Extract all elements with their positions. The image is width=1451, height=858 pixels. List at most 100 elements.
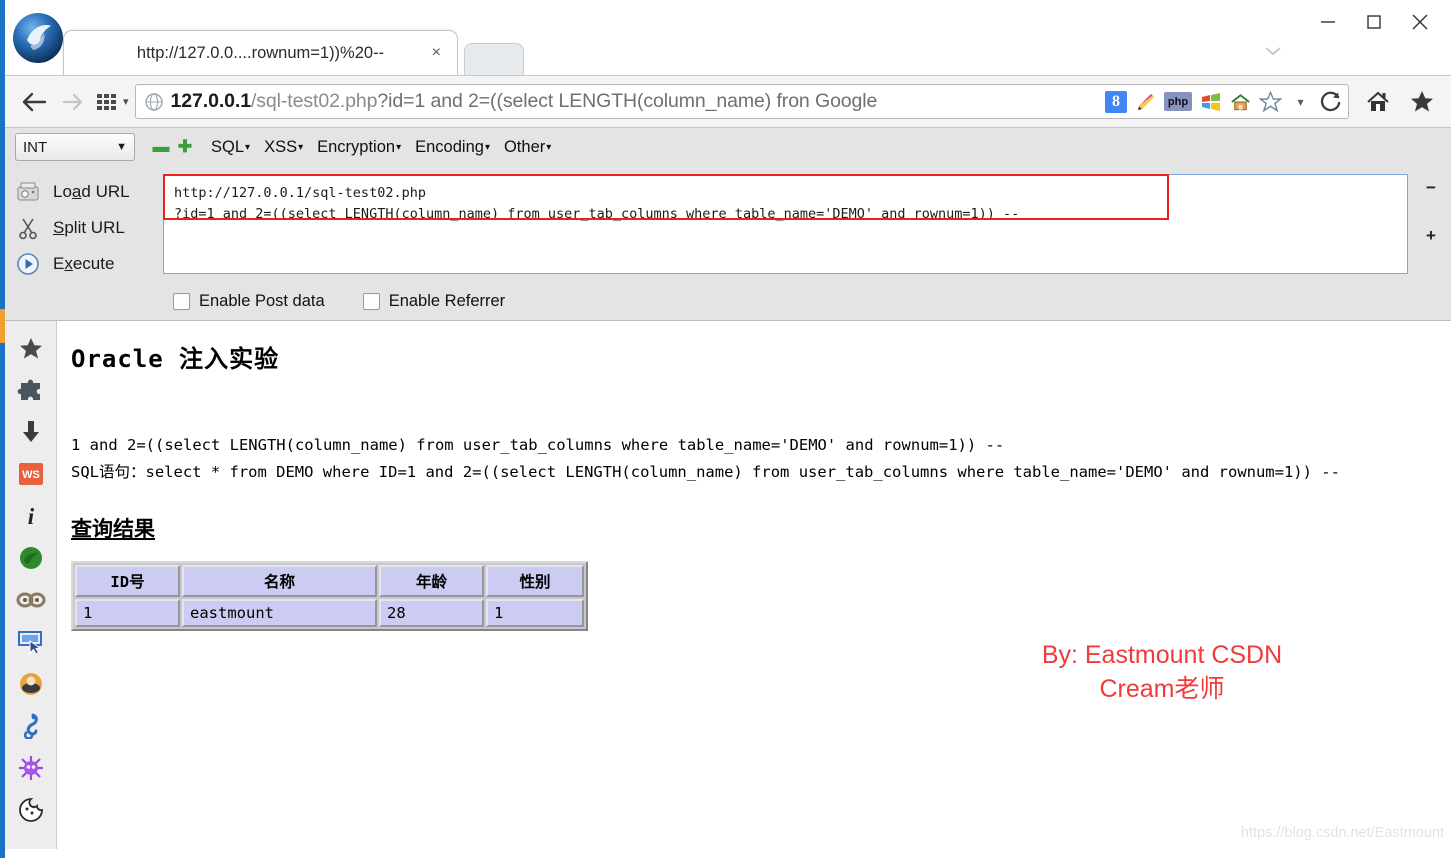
bookmark-star-icon[interactable]: [1259, 90, 1282, 113]
cookie-monster-icon[interactable]: [14, 793, 48, 827]
request-url-textarea[interactable]: http://127.0.0.1/sql-test02.php ?id=1 an…: [163, 174, 1408, 274]
decrement-button[interactable]: ▬: [149, 137, 173, 157]
hackbar-zoom-controls: − +: [1411, 166, 1451, 282]
hackbar-panel: INT ▼ ▬ ✚ SQL▾ XSS▾ Encryption▾ Encoding…: [5, 128, 1451, 321]
close-button[interactable]: [1397, 2, 1443, 42]
cell-name: eastmount: [182, 599, 377, 628]
tab-close-icon[interactable]: ×: [432, 44, 441, 62]
menu-encryption[interactable]: Encryption▾: [317, 138, 401, 157]
cell-age: 28: [379, 599, 484, 628]
load-url-icon: [15, 179, 41, 205]
menu-encryption-label: Encryption: [317, 137, 396, 156]
panel-shrink-button[interactable]: −: [1426, 178, 1436, 198]
caret-icon: ▾: [546, 141, 552, 153]
select-element-icon[interactable]: [14, 625, 48, 659]
column-header-age: 年龄: [379, 565, 484, 598]
apps-grid-button[interactable]: ▾: [95, 91, 129, 113]
navigation-toolbar: ▾ 127.0.0.1/sql-test02.php?id=1 and 2=((…: [5, 75, 1451, 128]
menu-xss[interactable]: XSS▾: [264, 138, 303, 157]
screen-edge-strip: [0, 0, 5, 858]
hackbar-body: Load URL Split URL Execute http://127.0.…: [5, 166, 1451, 282]
forward-button[interactable]: [53, 83, 91, 121]
result-heading: 查询结果: [71, 517, 155, 542]
tab-active[interactable]: http://127.0.0....rownum=1))%20-- ×: [63, 30, 458, 75]
menu-encoding[interactable]: Encoding▾: [415, 138, 490, 157]
address-bar[interactable]: 127.0.0.1/sql-test02.php?id=1 and 2=((se…: [134, 84, 1349, 119]
result-table: ID号 名称 年龄 性别 1 eastmount 28 1: [71, 561, 588, 632]
google-icon[interactable]: 8: [1105, 90, 1127, 113]
address-bar-icons: 8 php ▾: [1101, 90, 1342, 113]
windows-logo-icon[interactable]: [1199, 90, 1222, 113]
checkbox-box[interactable]: [362, 292, 380, 310]
window-controls: [1305, 2, 1443, 42]
execute-button[interactable]: Execute: [15, 246, 163, 282]
split-url-label: Split URL: [53, 218, 125, 237]
downloads-arrow-icon[interactable]: [14, 415, 48, 449]
chevron-down-icon[interactable]: ▾: [1289, 90, 1312, 113]
url-query: ?id=1 and 2=((select LENGTH(column_name)…: [377, 90, 878, 112]
hackbar-checkbox-row: Enable Post data Enable Referrer: [5, 282, 1451, 320]
web-scraper-ws-icon[interactable]: WS: [14, 457, 48, 491]
column-header-gender: 性别: [486, 565, 584, 598]
cell-gender: 1: [486, 599, 584, 628]
injected-param-line: 1 and 2=((select LENGTH(column_name) fro…: [71, 436, 1005, 454]
caret-icon: ▾: [245, 141, 251, 153]
cell-id: 1: [75, 599, 180, 628]
sql-statement-line: SQL语句：select * from DEMO where ID=1 and …: [71, 462, 1340, 481]
caret-icon: ▾: [484, 141, 490, 153]
chevron-down-icon[interactable]: [1262, 44, 1284, 63]
increment-button[interactable]: ✚: [173, 137, 197, 157]
globe-icon: [144, 92, 164, 112]
page-content: Oracle 注入实验 1 and 2=((select LENGTH(colu…: [57, 321, 1451, 849]
menu-encoding-label: Encoding: [415, 137, 484, 156]
home-button[interactable]: [1359, 83, 1397, 121]
type-select[interactable]: INT ▼: [15, 133, 135, 161]
apps-grid-caret-icon: ▾: [123, 96, 129, 108]
maximize-button[interactable]: [1351, 2, 1397, 42]
content-area: WS i Oracle 注入实验 1 and 2=((select LENGTH…: [5, 321, 1451, 849]
menu-other-label: Other: [503, 137, 546, 156]
author-signature: By: Eastmount CSDN Cream老师: [982, 639, 1342, 707]
url-host: 127.0.0.1: [170, 90, 252, 112]
user-agent-icon[interactable]: [14, 667, 48, 701]
page-info-icon[interactable]: i: [14, 499, 48, 533]
cookies-chain-icon[interactable]: [14, 583, 48, 617]
firefox-logo-icon: [10, 10, 66, 66]
column-header-id: ID号: [75, 565, 180, 598]
footer-watermark: https://blog.csdn.net/Eastmount: [1240, 825, 1444, 841]
enable-post-data-checkbox[interactable]: Enable Post data: [173, 292, 325, 311]
bookmarks-star-icon[interactable]: [14, 331, 48, 365]
pen-icon[interactable]: [1134, 90, 1157, 113]
panel-grow-button[interactable]: +: [1426, 226, 1436, 246]
minimize-button[interactable]: [1305, 2, 1351, 42]
load-url-button[interactable]: Load URL: [15, 174, 163, 210]
virus-bug-icon[interactable]: [14, 751, 48, 785]
page-title: Oracle 注入实验: [71, 345, 280, 373]
php-icon[interactable]: php: [1164, 92, 1192, 111]
reload-button[interactable]: [1319, 90, 1342, 113]
split-url-button[interactable]: Split URL: [15, 210, 163, 246]
back-button[interactable]: [15, 83, 53, 121]
enable-referrer-checkbox[interactable]: Enable Referrer: [362, 292, 505, 311]
new-tab-button[interactable]: [464, 43, 524, 75]
tab-title: http://127.0.0....rownum=1))%20--: [136, 43, 385, 62]
signature-line-2: Cream老师: [1099, 674, 1225, 703]
column-header-name: 名称: [182, 565, 377, 598]
address-bar-text: 127.0.0.1/sql-test02.php?id=1 and 2=((se…: [171, 90, 1101, 113]
tab-strip: http://127.0.0....rownum=1))%20-- ×: [63, 30, 524, 75]
execute-label: Execute: [53, 254, 115, 273]
bookmarks-star-button[interactable]: [1403, 83, 1441, 121]
seahorse-icon[interactable]: [14, 709, 48, 743]
menu-other[interactable]: Other▾: [504, 138, 551, 157]
extension-sidebar: WS i: [5, 321, 57, 849]
svg-text:WS: WS: [22, 469, 40, 481]
hackbar-menu-row: INT ▼ ▬ ✚ SQL▾ XSS▾ Encryption▾ Encoding…: [5, 128, 1451, 166]
caret-icon: ▾: [298, 141, 304, 153]
checkbox-box[interactable]: [173, 292, 190, 310]
menu-sql[interactable]: SQL▾: [211, 138, 250, 157]
addons-puzzle-icon[interactable]: [14, 373, 48, 407]
play-icon: [15, 251, 41, 277]
home-page-icon[interactable]: [1229, 90, 1252, 113]
sql-echo-block: 1 and 2=((select LENGTH(column_name) fro…: [71, 432, 1401, 485]
firefox-ball-icon[interactable]: [14, 541, 48, 575]
